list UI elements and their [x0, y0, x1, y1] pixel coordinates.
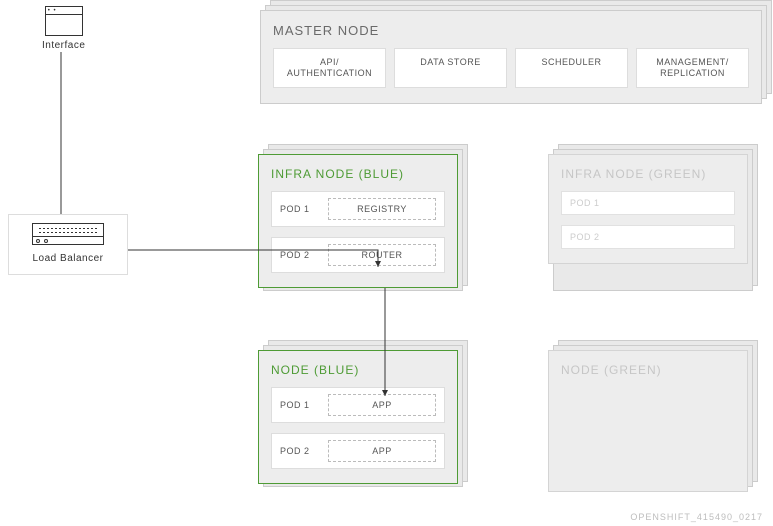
pod-row: POD 2 APP — [271, 433, 445, 469]
infra-node-green-panel: INFRA NODE (GREEN) POD 1 POD 2 — [548, 154, 748, 264]
node-green-title: NODE (GREEN) — [561, 363, 735, 377]
pod-label: POD 1 — [570, 198, 610, 208]
master-cell-api: API/AUTHENTICATION — [273, 48, 386, 88]
master-cell-scheduler: SCHEDULER — [515, 48, 628, 88]
pod-label: POD 1 — [280, 204, 320, 214]
node-blue-panel: NODE (BLUE) POD 1 APP POD 2 APP — [258, 350, 458, 484]
pod-label: POD 2 — [280, 250, 320, 260]
pod-row: POD 1 APP — [271, 387, 445, 423]
node-blue-title: NODE (BLUE) — [271, 363, 445, 377]
pod-label: POD 2 — [280, 446, 320, 456]
pod-label: POD 1 — [280, 400, 320, 410]
pod-row: POD 1 — [561, 191, 735, 215]
footer-id: OPENSHIFT_415490_0217 — [630, 512, 763, 522]
master-node-title: MASTER NODE — [273, 23, 749, 38]
interface-label: Interface — [42, 40, 85, 51]
infra-node-green-title: INFRA NODE (GREEN) — [561, 167, 735, 181]
infra-node-blue-title: INFRA NODE (BLUE) — [271, 167, 445, 181]
pod-row: POD 2 ROUTER — [271, 237, 445, 273]
pod-row: POD 2 — [561, 225, 735, 249]
master-node-panel: MASTER NODE API/AUTHENTICATION DATA STOR… — [260, 10, 762, 104]
interface-block: • • Interface — [42, 6, 85, 51]
load-balancer-icon — [32, 223, 104, 247]
infra-node-blue-panel: INFRA NODE (BLUE) POD 1 REGISTRY POD 2 R… — [258, 154, 458, 288]
pod-row: POD 1 REGISTRY — [271, 191, 445, 227]
pod-app-registry: REGISTRY — [328, 198, 436, 220]
pod-app-router: ROUTER — [328, 244, 436, 266]
node-green-panel: NODE (GREEN) — [548, 350, 748, 492]
interface-icon: • • — [45, 6, 83, 36]
load-balancer-block: Load Balancer — [8, 214, 128, 275]
pod-label: POD 2 — [570, 232, 610, 242]
master-cell-management: MANAGEMENT/REPLICATION — [636, 48, 749, 88]
master-cell-datastore: DATA STORE — [394, 48, 507, 88]
pod-app: APP — [328, 394, 436, 416]
pod-app: APP — [328, 440, 436, 462]
load-balancer-label: Load Balancer — [15, 253, 121, 264]
